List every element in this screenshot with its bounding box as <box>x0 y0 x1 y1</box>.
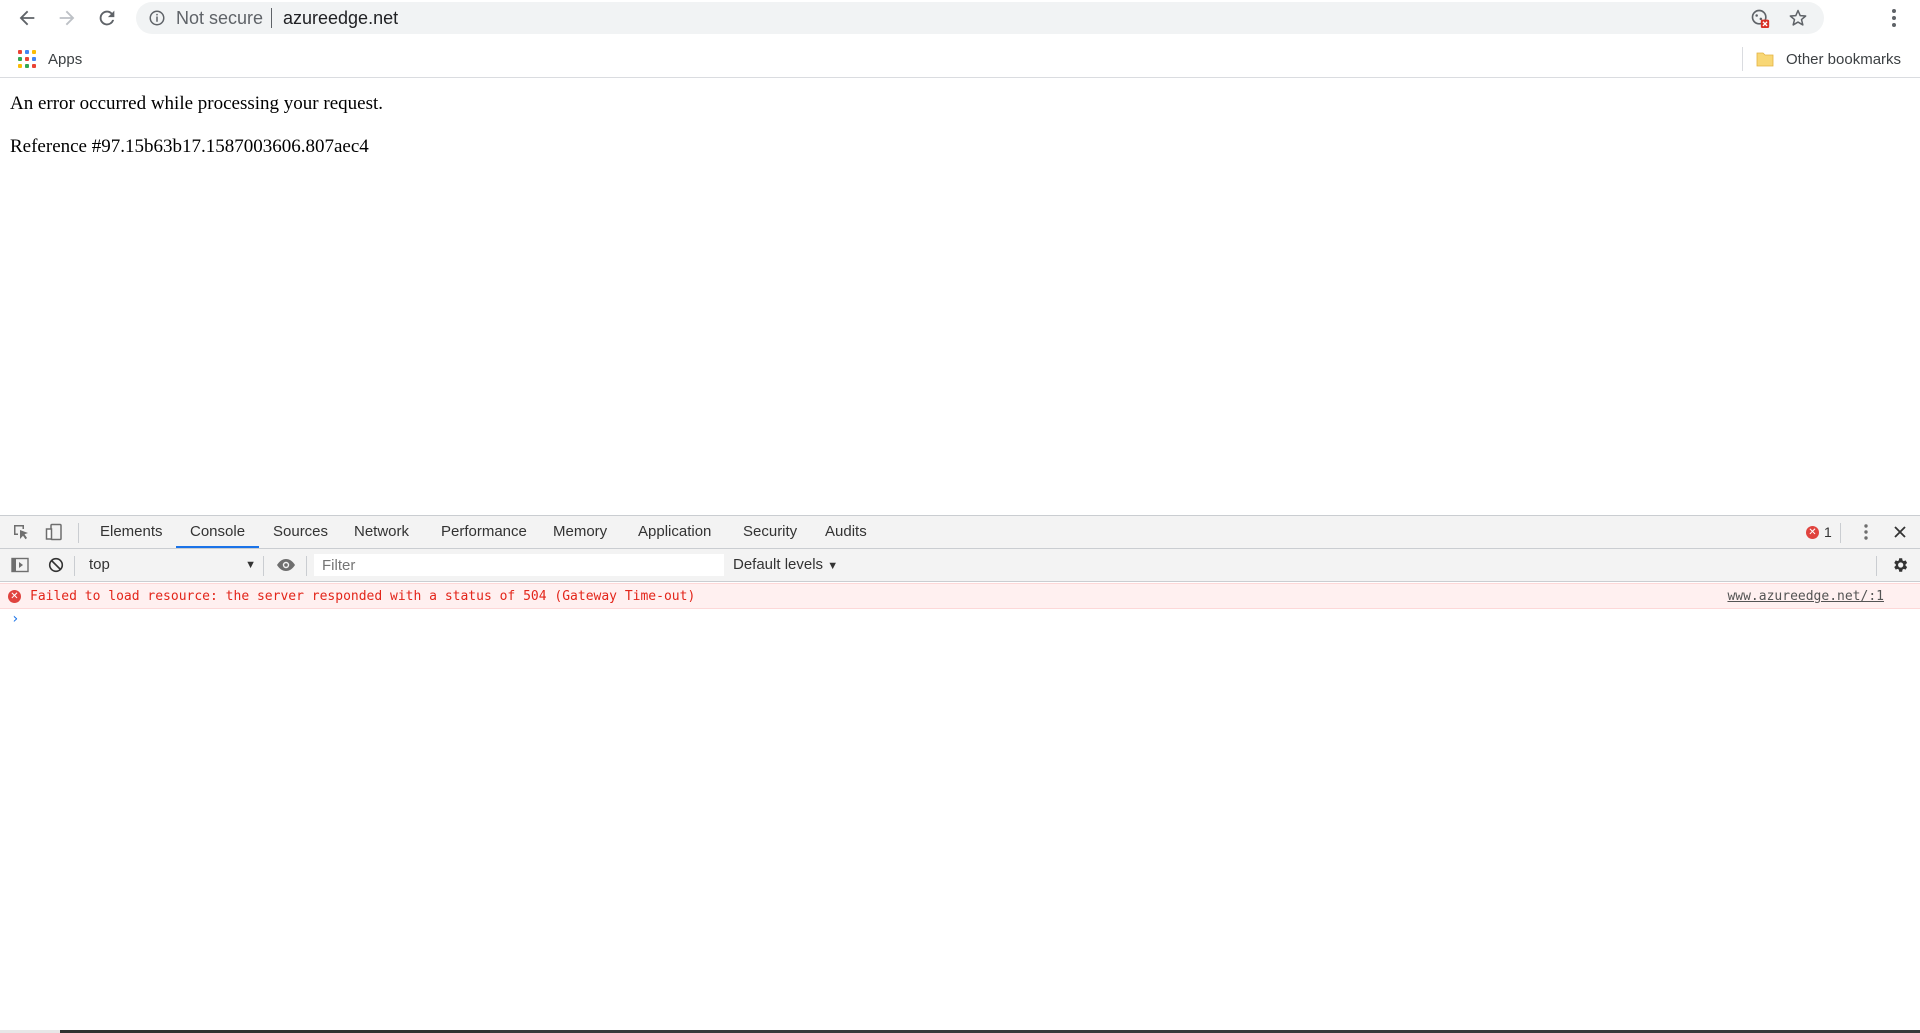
error-counter[interactable]: ✕ 1 <box>1806 523 1832 541</box>
devtools-close-button[interactable] <box>1888 521 1912 543</box>
reload-icon <box>99 10 115 26</box>
apps-grid-icon <box>18 50 36 68</box>
reload-button[interactable] <box>92 3 122 33</box>
console-filter-input[interactable] <box>314 554 724 576</box>
clear-console-button[interactable] <box>44 554 68 576</box>
prompt-caret-icon: › <box>11 611 20 627</box>
cookie-blocked-icon[interactable] <box>1750 8 1770 28</box>
star-icon[interactable] <box>1788 8 1808 28</box>
inspect-element-button[interactable] <box>9 521 33 543</box>
console-error-text: Failed to load resource: the server resp… <box>30 589 696 604</box>
error-icon: ✕ <box>8 590 21 603</box>
console-error-source-link[interactable]: www.azureedge.net/:1 <box>1727 589 1884 604</box>
live-expression-button[interactable] <box>274 554 298 576</box>
device-toolbar-button[interactable] <box>42 521 66 543</box>
tab-performance[interactable]: Performance <box>427 516 541 548</box>
apps-label: Apps <box>48 50 83 68</box>
browser-toolbar: Not secure azureedge.net <box>0 0 1920 36</box>
devtools-menu-button[interactable] <box>1854 521 1878 543</box>
log-levels-dropdown[interactable]: Default levels ▼ <box>733 555 838 576</box>
sidebar-toggle-icon <box>11 557 29 573</box>
console-toolbar-separator-3 <box>306 556 307 576</box>
folder-icon <box>1756 52 1774 67</box>
console-toolbar: top ▼ Default levels ▼ <box>0 549 1920 582</box>
tab-bar-separator <box>78 523 79 543</box>
show-sidebar-button[interactable] <box>8 554 32 576</box>
console-error-row[interactable]: ✕ Failed to load resource: the server re… <box>0 583 1920 609</box>
error-icon: ✕ <box>1806 525 1819 539</box>
console-prompt[interactable]: › <box>0 609 1920 633</box>
tab-application[interactable]: Application <box>624 516 725 548</box>
chevron-down-icon: ▼ <box>827 560 839 572</box>
other-bookmarks-label: Other bookmarks <box>1786 50 1902 68</box>
devtools-panel: Elements Console Sources Network Perform… <box>0 515 1920 1033</box>
tab-audits[interactable]: Audits <box>811 516 881 548</box>
back-arrow-icon <box>19 10 35 26</box>
device-mode-icon <box>45 523 62 541</box>
page-content: An error occurred while processing your … <box>0 79 1920 515</box>
log-levels-label: Default levels <box>733 556 824 573</box>
close-icon <box>1894 526 1906 538</box>
apps-bookmark[interactable]: Apps <box>18 48 82 70</box>
tab-elements[interactable]: Elements <box>86 516 177 548</box>
console-settings-button[interactable] <box>1888 554 1912 576</box>
console-toolbar-separator <box>74 556 75 576</box>
tab-memory[interactable]: Memory <box>539 516 621 548</box>
other-bookmarks[interactable]: Other bookmarks <box>1756 48 1901 70</box>
tab-security[interactable]: Security <box>729 516 811 548</box>
error-reference: Reference #97.15b63b17.1587003606.807aec… <box>10 136 369 157</box>
error-message: An error occurred while processing your … <box>10 93 384 114</box>
console-messages: ✕ Failed to load resource: the server re… <box>0 583 1920 633</box>
tab-network[interactable]: Network <box>340 516 423 548</box>
devtools-tab-bar: Elements Console Sources Network Perform… <box>0 516 1920 549</box>
back-button[interactable] <box>12 3 42 33</box>
context-value: top <box>89 556 110 573</box>
info-icon[interactable] <box>148 9 166 27</box>
tab-console[interactable]: Console <box>176 516 260 548</box>
forward-button[interactable] <box>52 3 82 33</box>
error-count-value: 1 <box>1824 524 1832 540</box>
inspect-cursor-icon <box>14 525 28 540</box>
browser-menu-button[interactable] <box>1880 4 1908 32</box>
security-label[interactable]: Not secure <box>176 9 263 27</box>
tab-sources[interactable]: Sources <box>259 516 342 548</box>
address-bar[interactable]: Not secure azureedge.net <box>136 2 1824 34</box>
bookmarks-bar: Apps Other bookmarks <box>0 40 1920 78</box>
url-text[interactable]: azureedge.net <box>283 9 398 27</box>
context-select[interactable]: top ▼ <box>80 555 256 575</box>
kebab-menu-icon <box>1892 9 1896 27</box>
clear-block-icon <box>48 557 64 573</box>
bookmarks-divider <box>1742 47 1743 71</box>
console-toolbar-separator-4 <box>1876 556 1877 576</box>
chevron-down-icon: ▼ <box>245 559 256 571</box>
forward-arrow-icon <box>59 10 75 26</box>
address-separator <box>271 8 272 28</box>
eye-icon <box>277 559 295 571</box>
kebab-menu-icon <box>1864 524 1868 540</box>
tab-bar-separator-right <box>1840 523 1841 543</box>
gear-icon <box>1894 558 1908 572</box>
console-toolbar-separator-2 <box>263 556 264 576</box>
